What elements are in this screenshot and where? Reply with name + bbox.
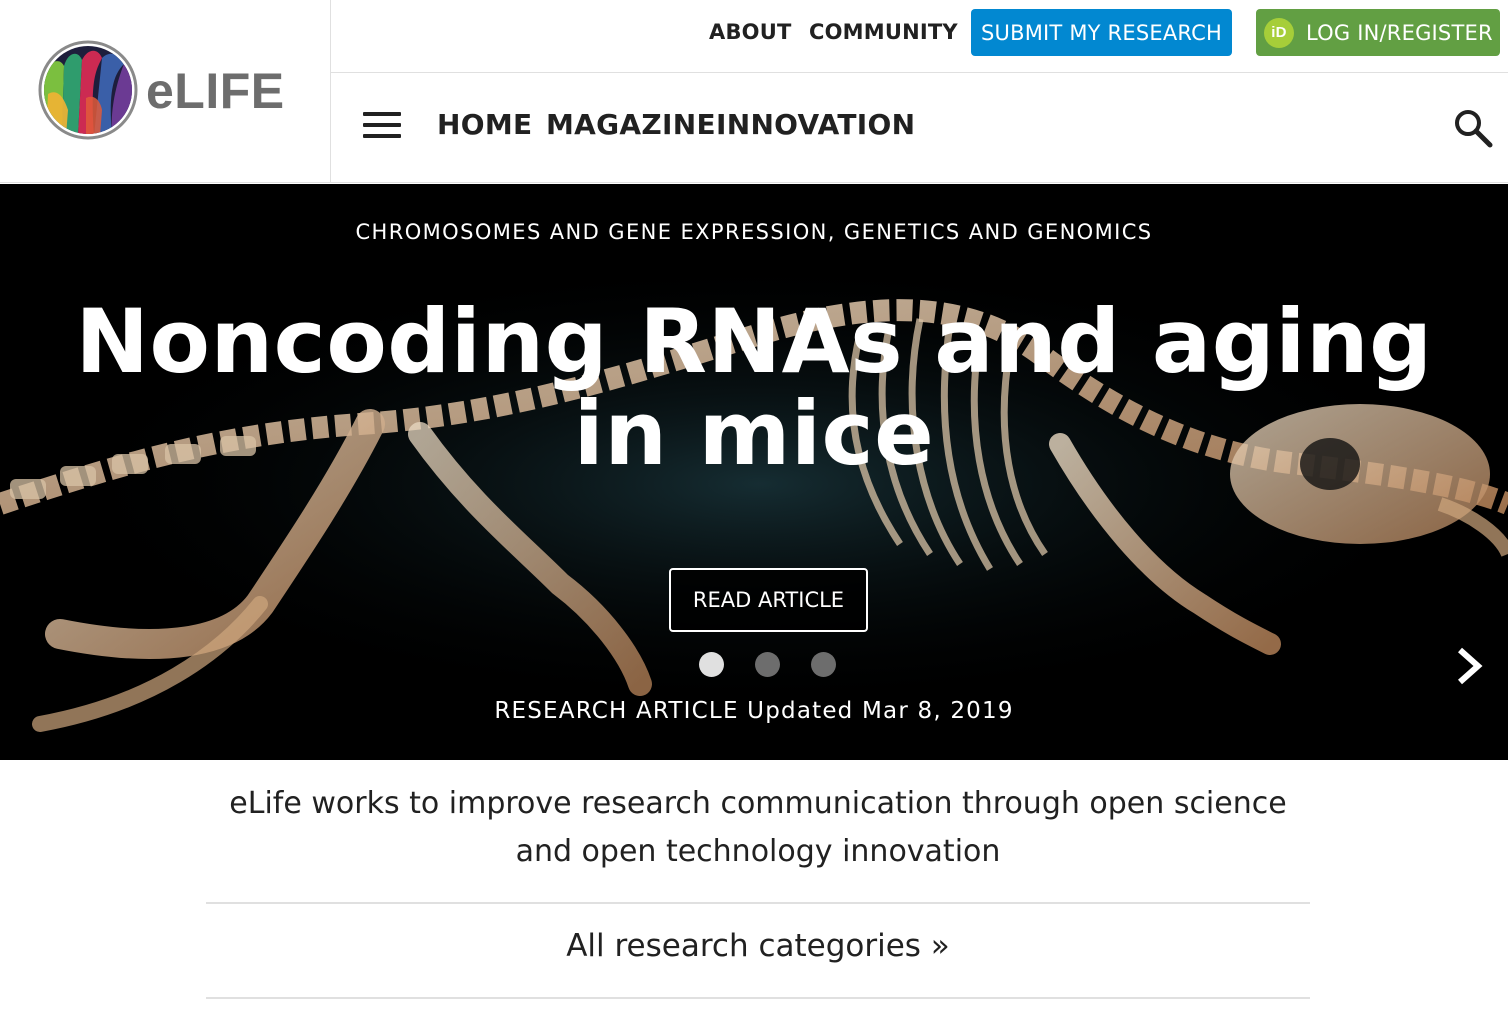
site-header: eLIFE ABOUT COMMUNITY SUBMIT MY RESEARCH… — [0, 0, 1508, 184]
submit-research-label: SUBMIT MY RESEARCH — [981, 20, 1222, 45]
hero-title[interactable]: Noncoding RNAs and aging in mice — [40, 296, 1468, 480]
carousel-dot-1[interactable] — [699, 652, 724, 677]
login-register-label: LOG IN/REGISTER — [1306, 20, 1493, 45]
hero-meta: RESEARCH ARTICLE Updated Mar 8, 2019 — [494, 698, 1014, 724]
nav-home[interactable]: HOME — [437, 108, 532, 141]
read-article-button[interactable]: READ ARTICLE — [669, 568, 868, 632]
logo-link[interactable]: eLIFE — [0, 0, 331, 183]
menu-icon[interactable] — [363, 112, 401, 140]
orcid-icon: iD — [1264, 17, 1294, 48]
nav-magazine[interactable]: MAGAZINE — [546, 108, 716, 141]
divider — [206, 997, 1310, 999]
elife-logo-icon — [38, 40, 138, 140]
carousel-dot-3[interactable] — [811, 652, 836, 677]
about-link[interactable]: ABOUT — [709, 20, 792, 44]
all-categories-link[interactable]: All research categories » — [206, 928, 1310, 964]
submit-research-button[interactable]: SUBMIT MY RESEARCH — [971, 9, 1232, 56]
hero-carousel: CHROMOSOMES AND GENE EXPRESSION, GENETIC… — [0, 184, 1508, 760]
hero-subjects[interactable]: CHROMOSOMES AND GENE EXPRESSION, GENETIC… — [0, 220, 1508, 244]
nav-innovation[interactable]: INNOVATION — [716, 108, 915, 141]
brand-name: eLIFE — [146, 63, 285, 119]
chevron-right-icon[interactable] — [1452, 646, 1486, 686]
carousel-dots — [699, 652, 839, 678]
carousel-dot-2[interactable] — [755, 652, 780, 677]
read-article-label: READ ARTICLE — [692, 588, 845, 612]
mission-statement: eLife works to improve research communic… — [229, 786, 1287, 869]
community-link[interactable]: COMMUNITY — [809, 20, 958, 44]
search-icon[interactable] — [1453, 108, 1493, 148]
login-register-button[interactable]: iD LOG IN/REGISTER — [1256, 9, 1500, 56]
divider — [206, 902, 1310, 904]
main-nav: HOME MAGAZINE INNOVATION — [331, 74, 1508, 183]
